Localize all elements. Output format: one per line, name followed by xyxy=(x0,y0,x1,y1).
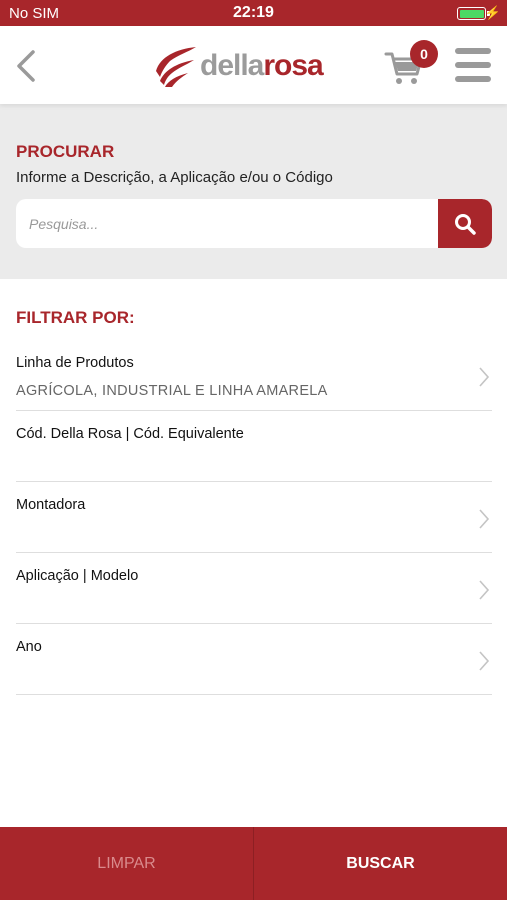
logo-della: della xyxy=(200,49,264,82)
filter-code[interactable]: Cód. Della Rosa | Cód. Equivalente xyxy=(16,411,492,482)
app-header: dellarosa 0 xyxy=(0,26,507,104)
filter-manufacturer[interactable]: Montadora xyxy=(16,482,492,553)
logo-text: dellarosa xyxy=(200,49,324,83)
filter-year[interactable]: Ano xyxy=(16,624,492,695)
logo: dellarosa xyxy=(152,40,324,92)
filter-label: Ano xyxy=(16,639,42,655)
logo-wing-icon xyxy=(156,47,196,87)
back-button[interactable] xyxy=(10,46,42,86)
clear-button[interactable]: LIMPAR xyxy=(0,827,254,900)
hamburger-menu-icon-bar xyxy=(455,62,491,68)
search-button[interactable] xyxy=(438,199,492,248)
menu-button[interactable] xyxy=(455,48,491,82)
chevron-right-icon xyxy=(479,509,490,529)
clock: 22:19 xyxy=(233,4,274,21)
filter-label: Montadora xyxy=(16,497,86,513)
chevron-right-icon xyxy=(479,580,490,600)
search-section: PROCURAR Informe a Descrição, a Aplicaçã… xyxy=(0,104,507,279)
filter-list: Linha de Produtos AGRÍCOLA, INDUSTRIAL E… xyxy=(16,340,492,695)
bottom-action-bar: LIMPAR BUSCAR xyxy=(0,827,507,900)
search-icon xyxy=(455,213,476,235)
cart-button[interactable]: 0 xyxy=(384,40,440,90)
search-submit-button[interactable]: BUSCAR xyxy=(254,827,507,900)
filter-application-model[interactable]: Aplicação | Modelo xyxy=(16,553,492,624)
hamburger-menu-icon-bar xyxy=(455,76,491,82)
cart-count-badge: 0 xyxy=(410,40,438,68)
filter-label: Cód. Della Rosa | Cód. Equivalente xyxy=(16,426,244,442)
hamburger-menu-icon-bar xyxy=(455,48,491,54)
status-bar: No SIM 22:19 ⚡ xyxy=(0,0,507,26)
search-input[interactable] xyxy=(16,199,438,248)
filter-product-line[interactable]: Linha de Produtos AGRÍCOLA, INDUSTRIAL E… xyxy=(16,340,492,411)
chevron-right-icon xyxy=(479,367,490,387)
filter-value: AGRÍCOLA, INDUSTRIAL E LINHA AMARELA xyxy=(16,383,328,399)
battery-icon xyxy=(457,7,490,20)
filter-label: Aplicação | Modelo xyxy=(16,568,139,584)
filter-title: FILTRAR POR: xyxy=(16,308,135,327)
search-box xyxy=(16,199,492,248)
chevron-right-icon xyxy=(479,651,490,671)
filter-label: Linha de Produtos xyxy=(16,355,134,371)
charging-icon: ⚡ xyxy=(484,5,501,20)
chevron-left-icon xyxy=(17,50,35,82)
search-title: PROCURAR xyxy=(16,142,115,161)
logo-rosa: rosa xyxy=(263,49,323,82)
search-subtitle: Informe a Descrição, a Aplicação e/ou o … xyxy=(16,169,333,186)
